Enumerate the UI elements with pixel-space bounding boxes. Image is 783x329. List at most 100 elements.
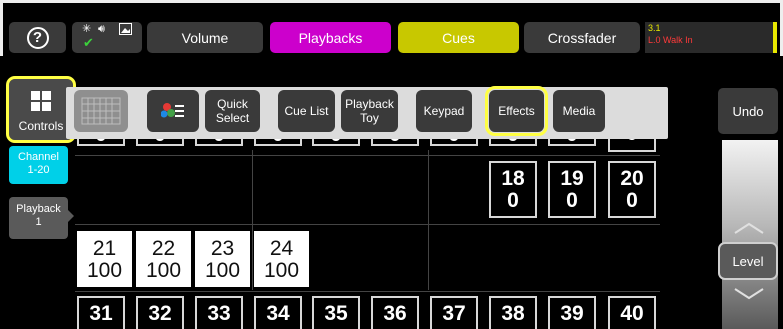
channel-cell-36[interactable]: 36 bbox=[371, 296, 419, 329]
tab-playbacks-label: Playbacks bbox=[298, 29, 363, 46]
status-button[interactable]: ✳ 🔊︎ ✔ bbox=[72, 22, 142, 53]
channel-number: 18 bbox=[501, 167, 525, 190]
cue-list-label: Cue List bbox=[284, 104, 329, 118]
undo-label: Undo bbox=[732, 103, 764, 119]
channel-number: 39 bbox=[560, 302, 584, 325]
controls-button[interactable]: Controls bbox=[6, 76, 76, 143]
level-label: Level bbox=[732, 253, 764, 269]
quick-select-button[interactable]: Quick Select bbox=[205, 90, 260, 132]
channel-cell-19[interactable]: 19 0 bbox=[548, 161, 596, 218]
quick-select-label-line2: Select bbox=[215, 111, 250, 125]
cue-name: L.0 Walk In bbox=[648, 35, 693, 45]
channel-level: 100 bbox=[86, 259, 123, 282]
chevron-up-icon bbox=[734, 222, 764, 234]
channel-cell-39[interactable]: 39 bbox=[548, 296, 596, 329]
channel-level: 100 bbox=[145, 259, 182, 282]
channel-cell-40[interactable]: 40 bbox=[608, 296, 656, 329]
channel-number: 38 bbox=[501, 302, 525, 325]
channel-number: 32 bbox=[148, 302, 172, 325]
playback-toy-label-line2: Toy bbox=[360, 111, 379, 125]
grid-line bbox=[75, 224, 660, 225]
playback-label-line1: Playback bbox=[16, 203, 61, 215]
channel-label-line1: Channel bbox=[18, 151, 59, 163]
channel-number: 22 bbox=[151, 237, 176, 260]
tab-cues[interactable]: Cues bbox=[398, 22, 519, 53]
effects-button[interactable]: Effects bbox=[485, 86, 548, 136]
channel-cell-23[interactable]: 23 100 bbox=[195, 231, 250, 287]
grid-line bbox=[75, 291, 660, 292]
controls-label: Controls bbox=[18, 119, 64, 133]
level-scroll-track[interactable] bbox=[722, 140, 778, 329]
help-label: ? bbox=[32, 29, 43, 46]
channel-cell-32[interactable]: 32 bbox=[136, 296, 184, 329]
channel-level: 0 bbox=[566, 189, 578, 212]
tab-playbacks[interactable]: Playbacks bbox=[270, 22, 391, 53]
image-icon bbox=[119, 23, 132, 38]
channel-cell-31[interactable]: 31 bbox=[77, 296, 125, 329]
channel-level: 0 bbox=[507, 189, 519, 212]
tab-cues-label: Cues bbox=[442, 29, 475, 46]
channel-number: 20 bbox=[620, 167, 644, 190]
sun-icon: ✳ bbox=[82, 23, 92, 35]
channel-label-line2: 1-20 bbox=[27, 164, 50, 176]
channel-number: 24 bbox=[269, 237, 294, 260]
media-button[interactable]: Media bbox=[553, 90, 605, 132]
check-icon: ✔ bbox=[83, 35, 94, 50]
cue-list-button[interactable]: Cue List bbox=[278, 90, 335, 132]
channel-level: 100 bbox=[204, 259, 241, 282]
current-cue-status[interactable]: 3.1 L.0 Walk In bbox=[645, 22, 777, 53]
tab-volume[interactable]: Volume bbox=[147, 22, 263, 53]
channel-cell-22[interactable]: 22 100 bbox=[136, 231, 191, 287]
playback-arrow-icon bbox=[68, 210, 74, 222]
cue-number: 3.1 bbox=[648, 23, 661, 33]
playback-label-line2: 1 bbox=[35, 216, 42, 228]
color-picker-icon bbox=[161, 103, 184, 118]
grid-line bbox=[75, 155, 660, 156]
channel-cell-21[interactable]: 21 100 bbox=[77, 231, 132, 287]
keypad-button[interactable]: Keypad bbox=[416, 90, 472, 132]
channel-cell-18[interactable]: 18 0 bbox=[489, 161, 537, 218]
effects-label: Effects bbox=[498, 104, 535, 118]
channel-number: 19 bbox=[560, 167, 584, 190]
tab-volume-label: Volume bbox=[181, 29, 229, 46]
help-icon: ? bbox=[26, 26, 49, 49]
channel-cell-33[interactable]: 33 bbox=[195, 296, 243, 329]
grid-line bbox=[428, 150, 429, 290]
controls-grid-icon bbox=[31, 91, 51, 111]
channel-number: 31 bbox=[89, 302, 113, 325]
grid-icon bbox=[81, 97, 121, 125]
channel-number: 37 bbox=[442, 302, 466, 325]
channel-number: 33 bbox=[207, 302, 231, 325]
speaker-icon: 🔊︎ bbox=[98, 23, 105, 35]
channel-number: 40 bbox=[620, 302, 644, 325]
channel-cell-24[interactable]: 24 100 bbox=[254, 231, 309, 287]
grid-line bbox=[252, 150, 253, 290]
channel-page-button[interactable]: Channel 1-20 bbox=[9, 146, 68, 184]
channel-number: 35 bbox=[324, 302, 348, 325]
channel-level: 100 bbox=[263, 259, 300, 282]
undo-button[interactable]: Undo bbox=[718, 88, 778, 134]
keypad-label: Keypad bbox=[423, 104, 465, 118]
channel-cell-35[interactable]: 35 bbox=[312, 296, 360, 329]
color-picker-button[interactable] bbox=[147, 90, 199, 132]
controls-menu: Quick Select Cue List Playback Toy Keypa… bbox=[66, 86, 668, 139]
media-label: Media bbox=[562, 104, 596, 118]
channel-cell-37[interactable]: 37 bbox=[430, 296, 478, 329]
help-button[interactable]: ? bbox=[9, 22, 66, 53]
playback-toy-button[interactable]: Playback Toy bbox=[341, 90, 398, 132]
chevron-down-icon bbox=[734, 288, 764, 300]
playback-page-button[interactable]: Playback 1 bbox=[9, 197, 68, 239]
channel-cell-20[interactable]: 20 0 bbox=[608, 161, 656, 218]
tab-crossfader[interactable]: Crossfader bbox=[524, 22, 640, 53]
channel-number: 21 bbox=[92, 237, 117, 260]
channel-level: 0 bbox=[626, 189, 638, 212]
grid-view-button[interactable] bbox=[74, 90, 128, 132]
channel-number: 34 bbox=[266, 302, 290, 325]
playback-toy-label-line1: Playback bbox=[345, 97, 394, 111]
channel-cell-38[interactable]: 38 bbox=[489, 296, 537, 329]
quick-select-label-line1: Quick bbox=[217, 97, 248, 111]
tab-crossfader-label: Crossfader bbox=[547, 29, 617, 46]
level-button[interactable]: Level bbox=[718, 242, 778, 280]
channel-number: 36 bbox=[383, 302, 407, 325]
channel-cell-34[interactable]: 34 bbox=[254, 296, 302, 329]
